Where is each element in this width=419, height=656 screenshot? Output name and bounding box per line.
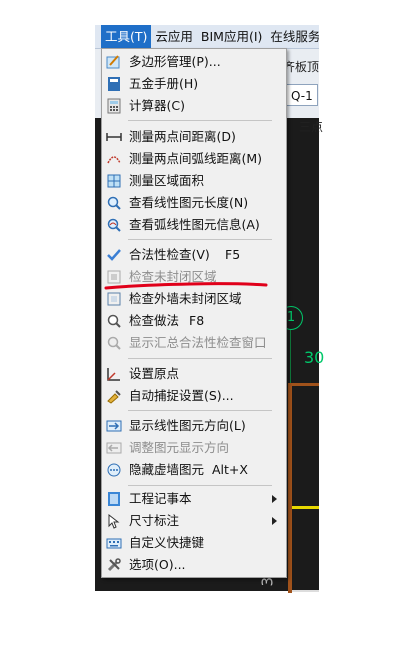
measure-area-icon [107, 174, 121, 188]
tools-dropdown-menu: 多边形管理(P)... 五金手册(H) 计算器(C) 测量两点间距离(D) 测量… [101, 48, 287, 578]
measure-distance-icon [106, 133, 122, 141]
menu-separator [128, 358, 272, 359]
menu-item-check-method[interactable]: 检查做法 F8 [102, 310, 286, 332]
check-method-icon [107, 314, 121, 328]
submenu-arrow-icon [272, 495, 277, 503]
check-unclosed-icon [107, 270, 121, 284]
adjust-direction-icon [106, 442, 122, 454]
notebook-icon [108, 492, 120, 506]
menu-separator [128, 485, 272, 486]
hardware-book-icon [108, 77, 120, 91]
check-outer-wall-icon [107, 292, 121, 306]
hide-virtual-wall-icon [107, 463, 121, 477]
menu-item-calculator[interactable]: 计算器(C) [102, 95, 286, 117]
dimension-icon [108, 513, 120, 529]
measure-arc-icon [107, 156, 121, 164]
toolbar-component-select[interactable]: Q-1 [284, 84, 318, 106]
menu-separator [128, 239, 272, 240]
menu-item-set-origin[interactable]: 设置原点 [102, 363, 286, 385]
polygon-manage-icon [106, 55, 120, 69]
view-arc-info-icon [107, 218, 121, 232]
menu-item-options[interactable]: 选项(O)... [102, 554, 286, 576]
menu-item-summary-check-window[interactable]: 显示汇总合法性检查窗口 [102, 332, 286, 354]
menu-bim-app[interactable]: BIM应用(I) [197, 25, 267, 48]
menu-item-adjust-direction[interactable]: 调整图元显示方向 [102, 437, 286, 459]
menu-item-measure-distance[interactable]: 测量两点间距离(D) [102, 126, 286, 148]
menu-item-legality-check[interactable]: 合法性检查(V) F5 [102, 244, 286, 266]
cad-wall-horizontal [288, 383, 319, 386]
menu-item-notebook[interactable]: 工程记事本 [102, 488, 286, 510]
toolbar-floor-slab-label[interactable]: 齐板顶 [283, 58, 319, 75]
menu-item-check-outer-wall[interactable]: 检查外墙未封闭区域 [102, 288, 286, 310]
show-direction-icon [106, 420, 122, 432]
view-line-length-icon [107, 196, 121, 210]
snap-settings-icon [107, 390, 121, 404]
menu-online-service[interactable]: 在线服务 [266, 25, 319, 48]
menu-separator [128, 410, 272, 411]
menu-separator [128, 120, 272, 121]
set-origin-icon [107, 368, 120, 381]
menu-item-custom-shortcut[interactable]: 自定义快捷键 [102, 532, 286, 554]
custom-shortcut-icon [106, 538, 122, 549]
cad-wall-vertical [288, 383, 292, 593]
calculator-icon [107, 98, 121, 114]
menu-item-dimension[interactable]: 尺寸标注 [102, 510, 286, 532]
menu-item-hardware-book[interactable]: 五金手册(H) [102, 73, 286, 95]
submenu-arrow-icon [272, 517, 277, 525]
menu-item-polygon-manage[interactable]: 多边形管理(P)... [102, 51, 286, 73]
menu-item-show-direction[interactable]: 显示线性图元方向(L) [102, 415, 286, 437]
cad-grid-line [292, 590, 319, 592]
summary-check-window-icon [107, 336, 121, 350]
menu-item-hide-virtual-wall[interactable]: 隐藏虚墙图元 Alt+X [102, 459, 286, 481]
menu-cloud-app[interactable]: 云应用 [151, 25, 197, 48]
options-icon [107, 558, 121, 572]
menu-item-measure-area[interactable]: 测量区域面积 [102, 170, 286, 192]
menu-tools[interactable]: 工具(T) [101, 25, 152, 48]
cad-dimension-text: 30 [304, 348, 325, 367]
legality-check-icon [107, 249, 121, 261]
toolbar-three-point-label[interactable]: 三点 [299, 118, 323, 135]
menu-item-check-unclosed[interactable]: 检查未封闭区域 [102, 266, 286, 288]
menu-item-snap-settings[interactable]: 自动捕捉设置(S)... [102, 385, 286, 407]
cad-beam-line [292, 506, 319, 509]
menu-item-measure-arc[interactable]: 测量两点间弧线距离(M) [102, 148, 286, 170]
menu-item-view-arc-info[interactable]: 查看弧线性图元信息(A) [102, 214, 286, 236]
menu-bar: 工具(T) 云应用 BIM应用(I) 在线服务 [95, 25, 319, 49]
menu-item-view-line-length[interactable]: 查看线性图元长度(N) [102, 192, 286, 214]
